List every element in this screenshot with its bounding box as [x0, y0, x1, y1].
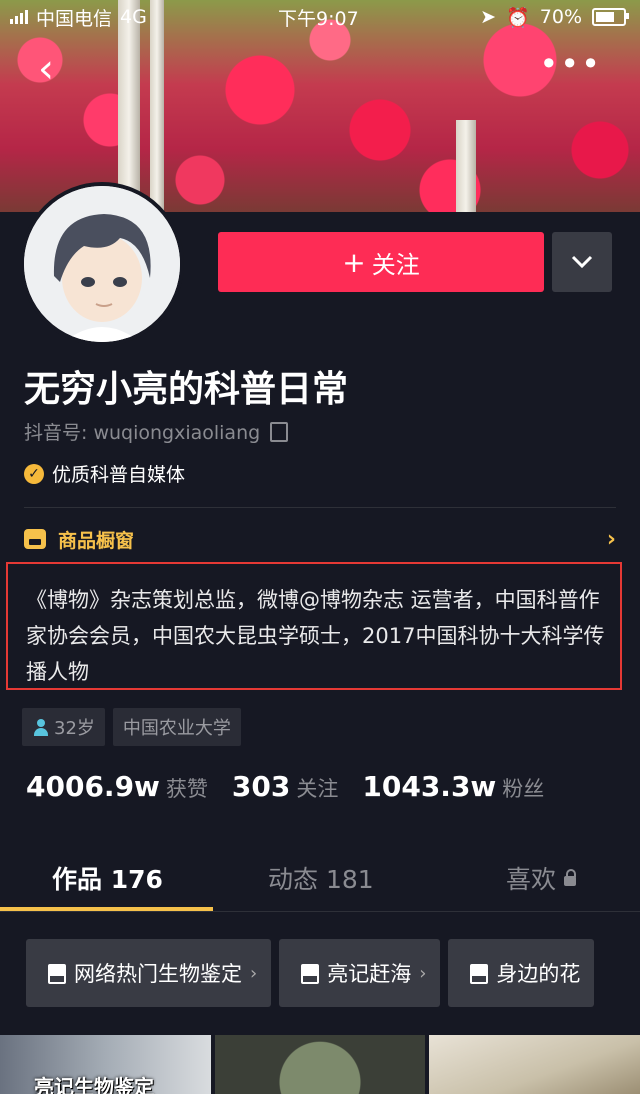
tab-activity[interactable]: 动态 181 [268, 860, 374, 896]
verified-row: ✓ 优质科普自媒体 [24, 460, 185, 487]
avatar[interactable] [20, 182, 184, 346]
layers-icon [299, 963, 319, 983]
profile-stats: 4006.9w 获赞 303 关注 1043.3w 粉丝 [26, 770, 544, 803]
tab-works[interactable]: 作品 176 [52, 860, 163, 896]
video-grid: 亮记生物鉴定 [0, 1035, 640, 1094]
chevron-down-icon [571, 255, 593, 269]
follow-button[interactable]: + 关注 [218, 232, 544, 292]
tab-divider [0, 911, 640, 912]
chevron-right-icon: › [606, 526, 616, 552]
divider [24, 507, 616, 508]
followers-label: 粉丝 [502, 777, 545, 801]
chevron-right-icon: › [419, 962, 427, 984]
video-thumbnail[interactable] [429, 1035, 640, 1094]
tab-likes-label: 喜欢 [506, 865, 557, 894]
tab-likes[interactable]: 喜欢 [506, 860, 577, 896]
carrier-label: 中国电信 [36, 7, 113, 30]
school-label: 中国农业大学 [122, 718, 231, 739]
thumbnail-caption: 亮记生物鉴定 [34, 1075, 154, 1094]
following-label: 关注 [296, 777, 339, 801]
collection-list: 网络热门生物鉴定 › 亮记赶海 › 身边的花 [26, 939, 595, 1007]
collection-item[interactable]: 身边的花 [448, 939, 595, 1007]
alarm-icon: ⏰ [506, 6, 530, 29]
age-tag: 32岁 [22, 708, 105, 746]
following-count: 303 [231, 770, 291, 803]
layers-icon [46, 963, 66, 983]
content-tabs: 作品 176 动态 181 喜欢 [0, 850, 640, 910]
verified-check-icon: ✓ [24, 463, 44, 484]
video-thumbnail[interactable] [214, 1035, 426, 1094]
age-label: 32岁 [54, 718, 95, 739]
battery-percent: 70% [539, 6, 582, 28]
video-thumbnail[interactable]: 亮记生物鉴定 [0, 1035, 211, 1094]
douyin-id: 抖音号: wuqiongxiaoliang [24, 422, 261, 444]
clock: 下午9:07 [278, 7, 359, 30]
douyin-id-row: 抖音号: wuqiongxiaoliang [24, 418, 289, 445]
shop-label: 商品橱窗 [58, 529, 135, 552]
stat-likes[interactable]: 4006.9w 获赞 [26, 770, 208, 803]
back-arrow-icon[interactable]: ‹ [38, 49, 54, 89]
likes-label: 获赞 [165, 777, 208, 801]
lock-icon [564, 869, 577, 886]
copy-icon[interactable] [270, 421, 289, 442]
profile-name: 无穷小亮的科普日常 [24, 369, 349, 410]
likes-count: 4006.9w [26, 770, 160, 803]
avatar-illustration-icon [24, 186, 180, 342]
shop-icon [24, 529, 46, 549]
collection-item[interactable]: 亮记赶海 › [279, 939, 441, 1007]
network-label: 4G [120, 6, 147, 28]
more-options-icon[interactable]: ••• [539, 48, 602, 80]
signal-icon [10, 10, 28, 24]
stat-followers[interactable]: 1043.3w 粉丝 [362, 770, 544, 803]
profile-bio: 《博物》杂志策划总监，微博@博物杂志 运营者，中国科普作家协会会员，中国农大昆虫… [26, 588, 605, 684]
chevron-right-icon: › [250, 962, 258, 984]
follow-label: 关注 [371, 250, 420, 279]
location-icon: ➤ [480, 6, 497, 28]
bio-highlight-box: 《博物》杂志策划总监，微博@博物杂志 运营者，中国科普作家协会会员，中国农大昆虫… [6, 562, 622, 690]
collection-label: 身边的花 [496, 962, 581, 986]
collection-item[interactable]: 网络热门生物鉴定 › [26, 939, 272, 1007]
collection-label: 亮记赶海 [327, 962, 412, 986]
school-tag: 中国农业大学 [112, 708, 241, 746]
status-bar: 中国电信 4G 下午9:07 ➤ ⏰ 70% [0, 0, 640, 34]
collection-label: 网络热门生物鉴定 [74, 962, 242, 986]
profile-tags: 32岁 中国农业大学 [22, 708, 241, 746]
followers-count: 1043.3w [362, 770, 497, 803]
person-icon [32, 718, 50, 736]
plus-icon: + [342, 245, 366, 279]
stat-following[interactable]: 303 关注 [232, 770, 338, 803]
battery-icon [592, 8, 629, 26]
verified-label: 优质科普自媒体 [52, 464, 186, 486]
shop-window-link[interactable]: 商品橱窗 › [24, 522, 616, 556]
layers-icon [468, 963, 488, 983]
recommend-dropdown-button[interactable] [552, 232, 612, 292]
